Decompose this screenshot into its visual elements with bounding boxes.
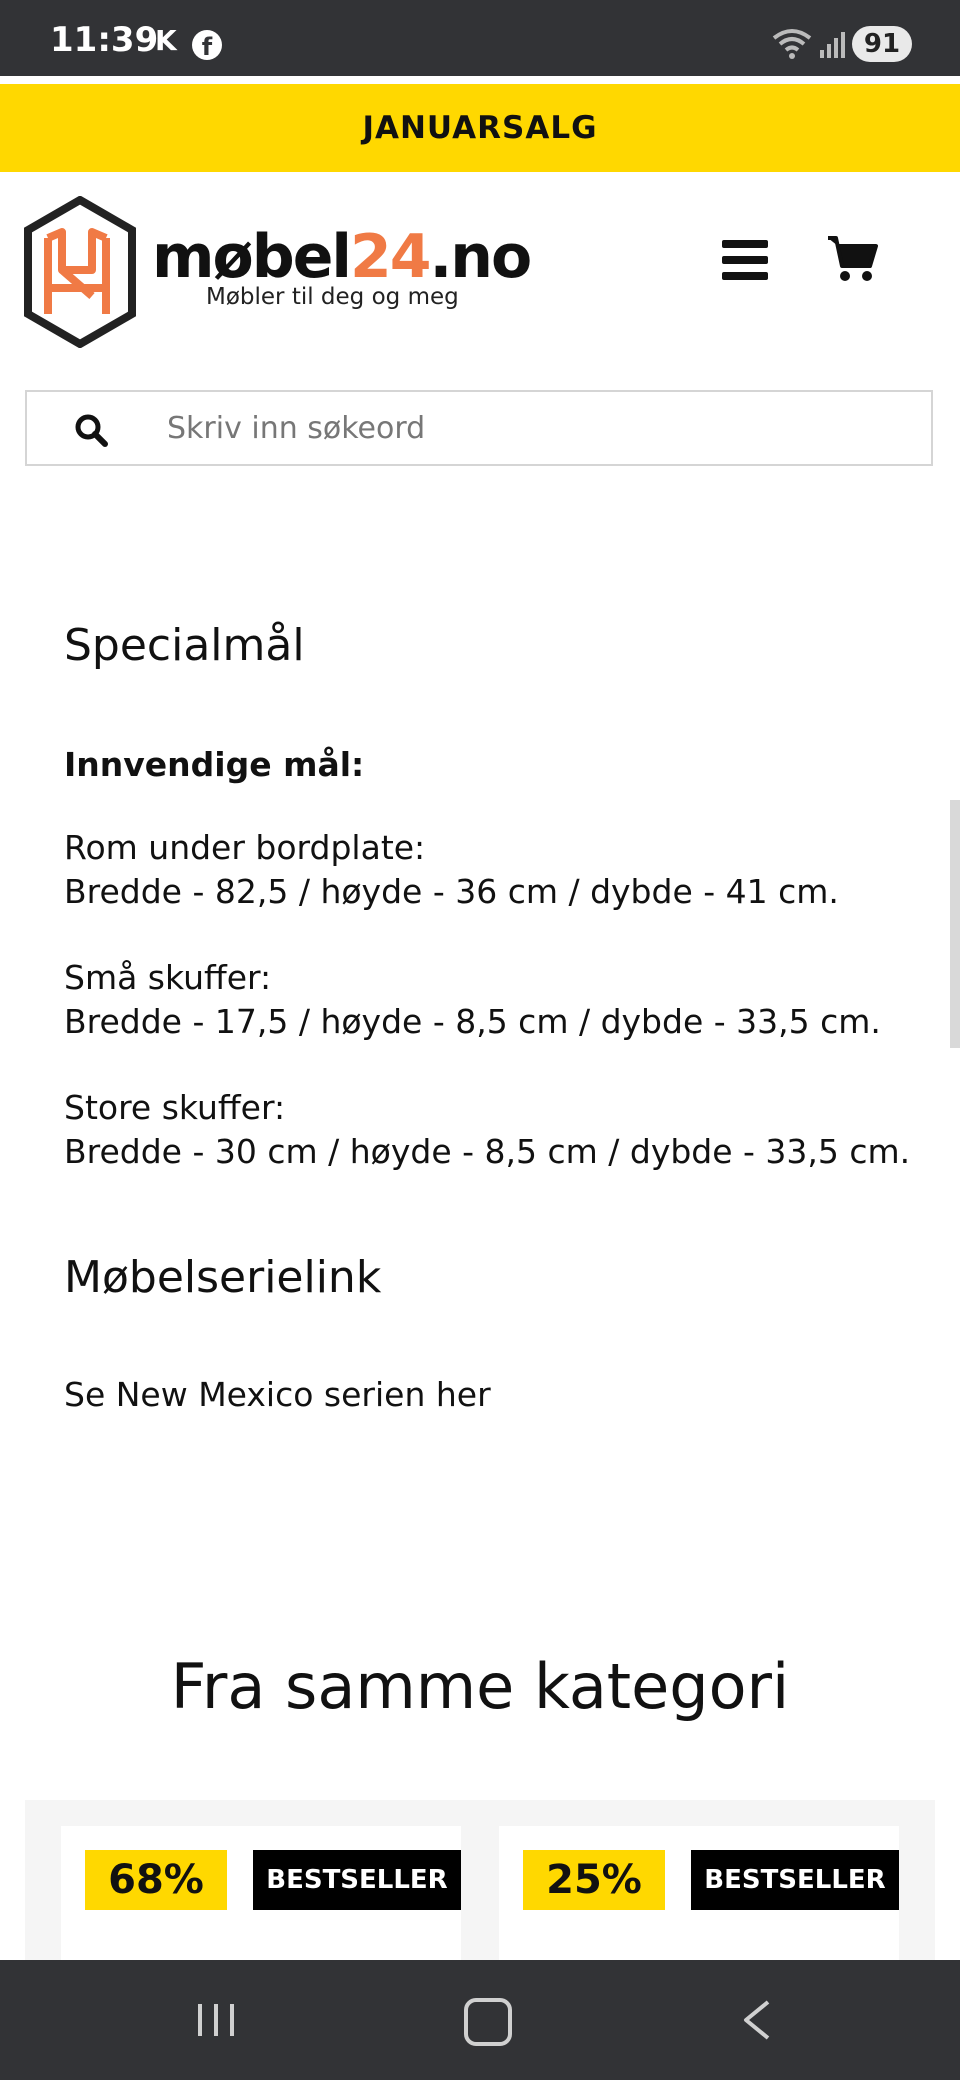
product-carousel: 68% BESTSELLER 25% BESTSELLER: [25, 1800, 935, 1966]
spec-block: Store skuffer: Bredde - 30 cm / høyde - …: [64, 1086, 924, 1174]
spec-label: Små skuffer:: [64, 958, 272, 997]
status-bar: 11:39 K f 91: [0, 0, 960, 76]
facebook-icon: f: [192, 30, 222, 61]
series-title: Møbelserielink: [64, 1252, 382, 1303]
recents-icon[interactable]: [196, 2000, 236, 2040]
cart-icon[interactable]: [826, 234, 878, 284]
spec-block: Rom under bordplate: Bredde - 82,5 / høy…: [64, 826, 924, 914]
system-nav-bar: [0, 1960, 960, 2080]
site-logo[interactable]: møbel24.no Møbler til deg og meg: [22, 196, 532, 348]
scrollbar-thumb[interactable]: [950, 800, 960, 1048]
spec-label: Rom under bordplate:: [64, 828, 426, 867]
discount-badge: 25%: [523, 1850, 665, 1910]
search-box[interactable]: [25, 390, 933, 466]
discount-badge: 68%: [85, 1850, 227, 1910]
product-description: Specialmål Innvendige mål: Rom under bor…: [64, 620, 924, 1414]
promo-text: JANUARSALG: [362, 110, 598, 146]
status-time: 11:39: [50, 20, 159, 60]
home-icon[interactable]: [464, 1998, 512, 2046]
spec-label: Store skuffer:: [64, 1088, 286, 1127]
promo-banner[interactable]: JANUARSALG: [0, 84, 960, 172]
category-title: Fra samme kategori: [170, 1650, 790, 1723]
spec-block: Små skuffer: Bredde - 17,5 / høyde - 8,5…: [64, 956, 924, 1044]
bestseller-badge: BESTSELLER: [253, 1850, 461, 1910]
logo-chair-icon: [24, 196, 136, 348]
specs-subheading: Innvendige mål:: [64, 745, 365, 784]
battery-level: 91: [852, 26, 912, 62]
spec-value: Bredde - 30 cm / høyde - 8,5 cm / dybde …: [64, 1132, 911, 1171]
specs-title: Specialmål: [64, 620, 305, 671]
brand-accent: 24: [349, 222, 431, 292]
brand-tagline: Møbler til deg og meg: [206, 284, 459, 310]
brand-name: møbel24.no: [152, 222, 532, 292]
product-card[interactable]: 68% BESTSELLER: [61, 1826, 461, 1966]
back-icon[interactable]: [740, 1998, 772, 2042]
series-link[interactable]: Se New Mexico serien her: [64, 1375, 924, 1414]
menu-icon[interactable]: [722, 240, 768, 280]
search-icon[interactable]: [73, 412, 109, 448]
carrier-badge: K: [155, 24, 177, 57]
wifi-icon: [772, 29, 812, 59]
signal-icon: [820, 32, 845, 58]
search-input[interactable]: [167, 392, 907, 464]
product-card[interactable]: 25% BESTSELLER: [499, 1826, 899, 1966]
bestseller-badge: BESTSELLER: [691, 1850, 899, 1910]
spec-value: Bredde - 82,5 / høyde - 36 cm / dybde - …: [64, 872, 839, 911]
spec-value: Bredde - 17,5 / høyde - 8,5 cm / dybde -…: [64, 1002, 881, 1041]
